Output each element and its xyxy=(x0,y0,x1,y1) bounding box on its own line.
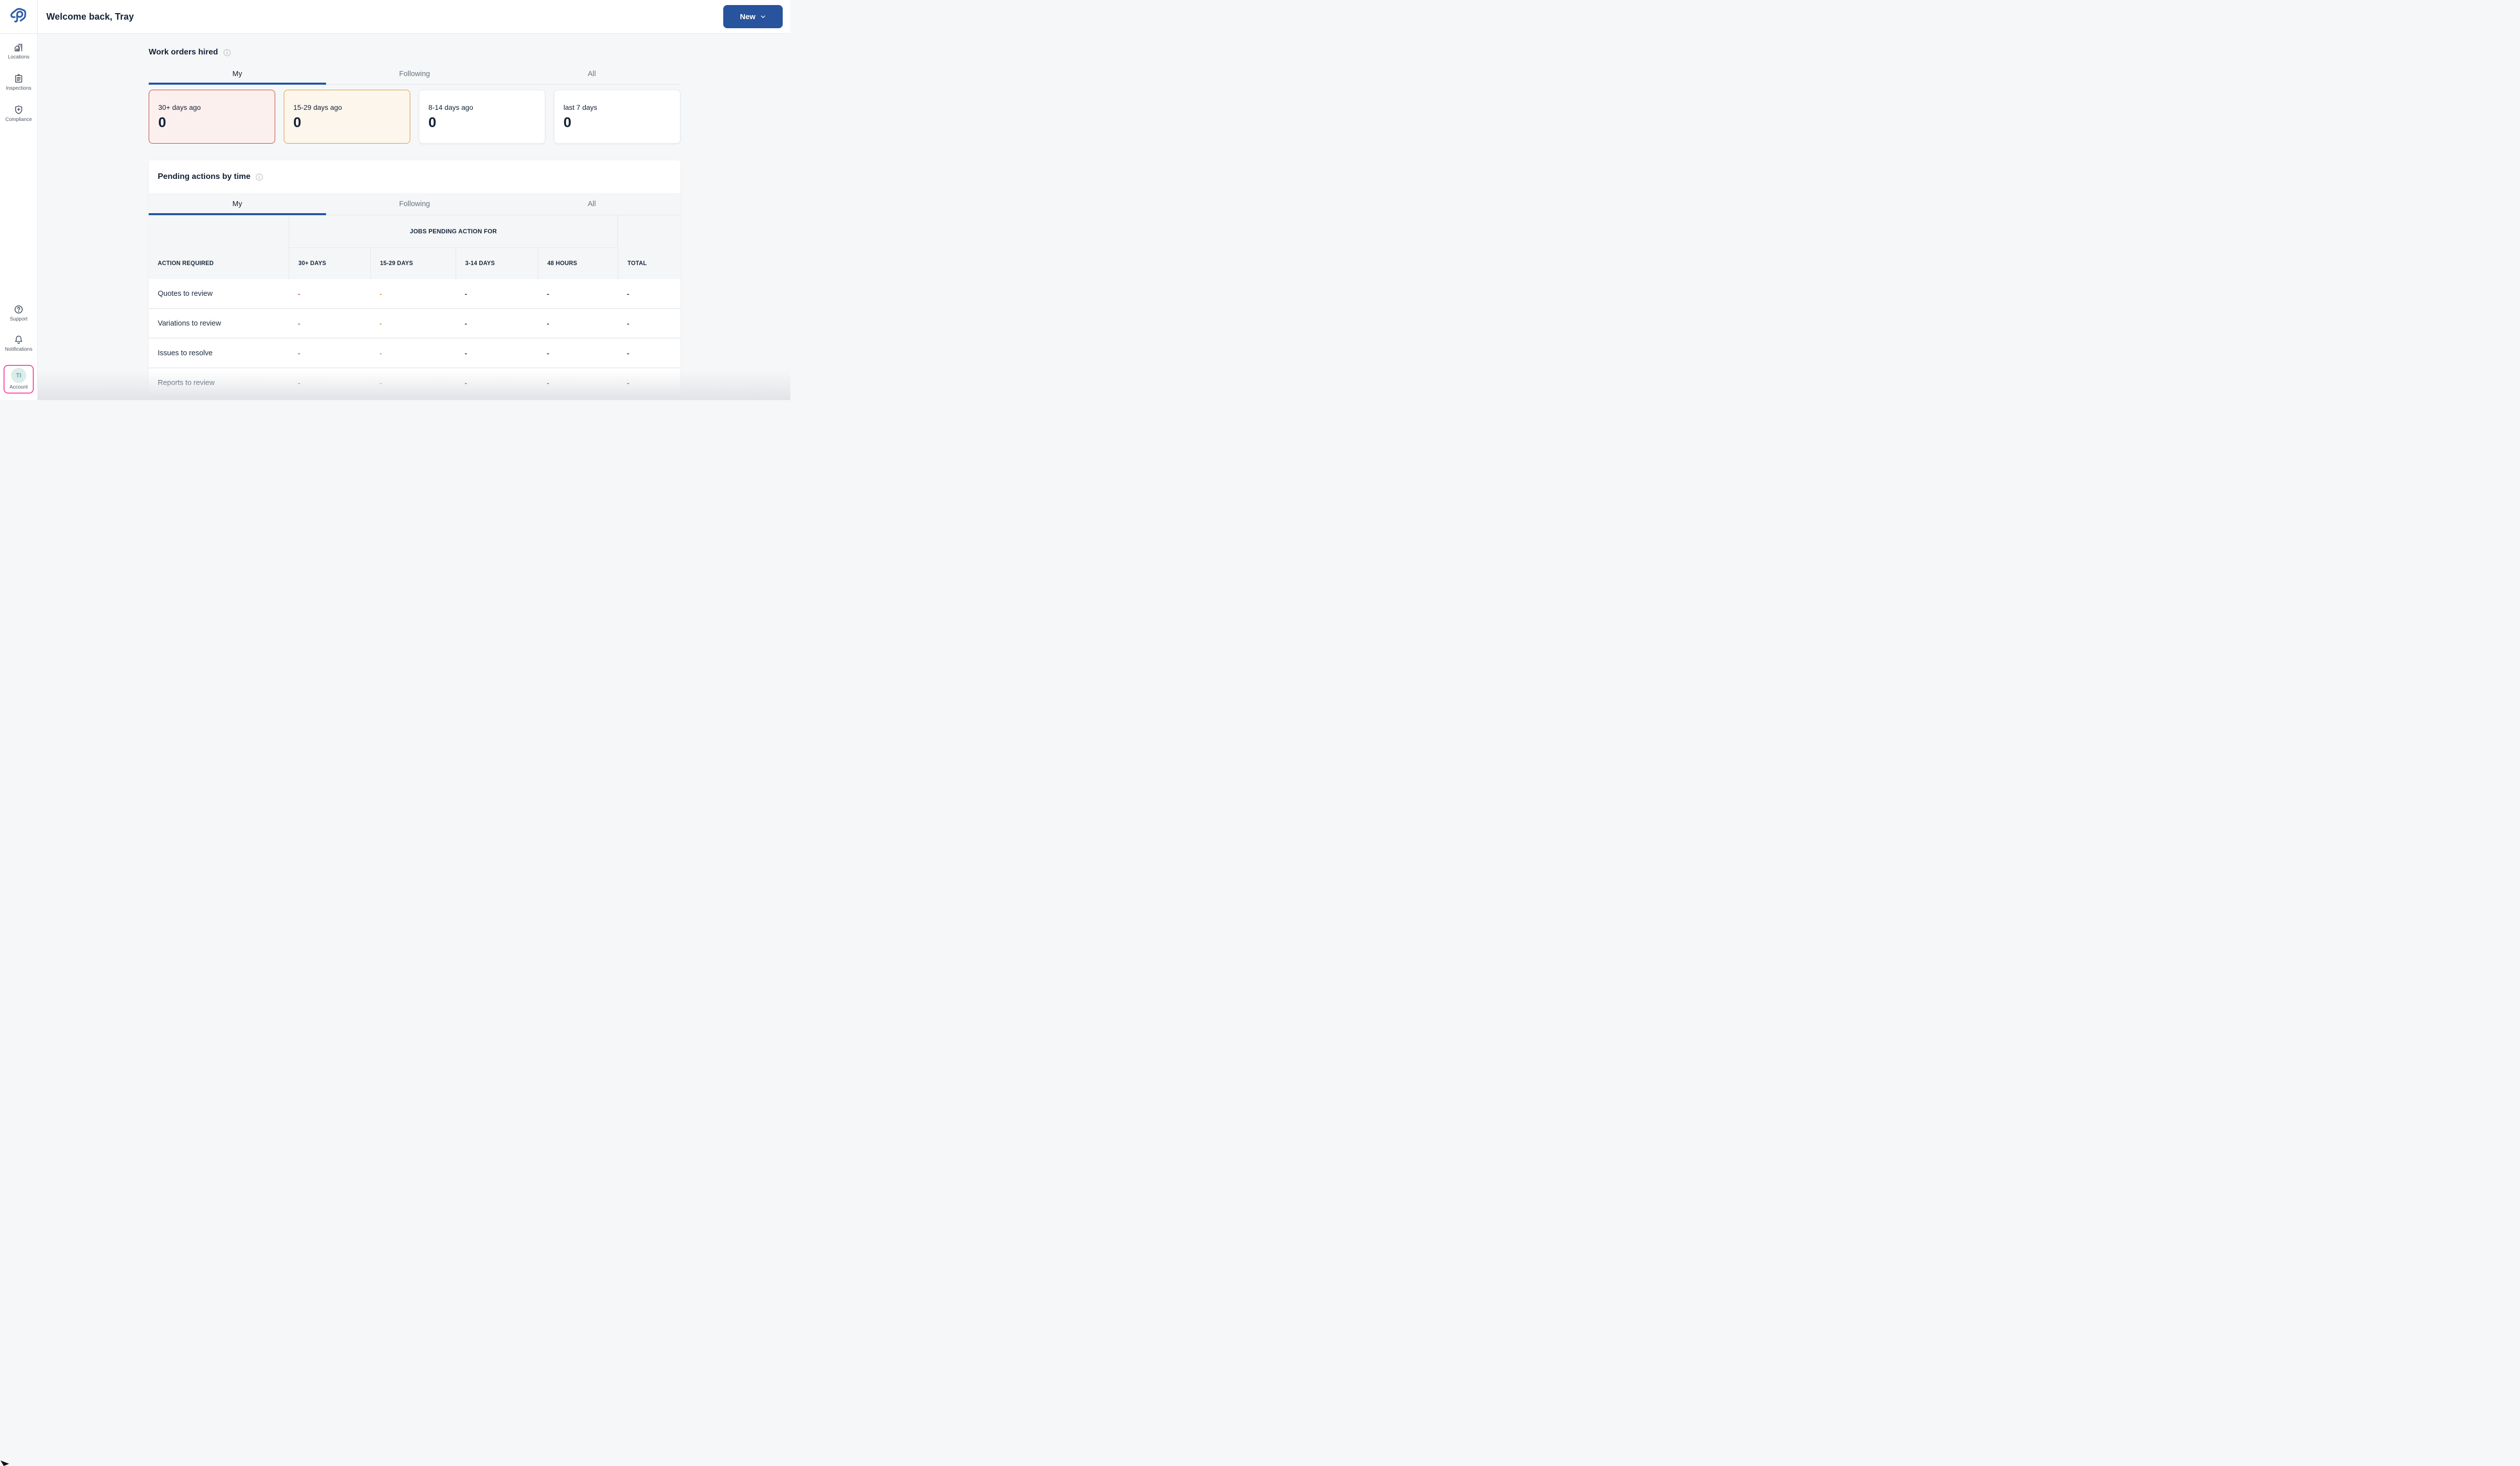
sidebar-nav: Locations Inspections Compliance xyxy=(0,34,37,122)
stat-card-label: 30+ days ago xyxy=(158,103,266,111)
row-value: - xyxy=(456,339,538,367)
work-orders-section: Work orders hired My Following All 30+ d… xyxy=(149,48,680,144)
pending-actions-tabs: My Following All xyxy=(149,193,680,215)
work-orders-title: Work orders hired xyxy=(149,48,218,57)
stat-card-15-29-days[interactable]: 15-29 days ago 0 xyxy=(284,90,410,144)
table-row: Issues to resolve - - - - - xyxy=(149,339,680,368)
sidebar-item-label: Support xyxy=(10,316,27,322)
work-orders-tabs: My Following All xyxy=(149,63,680,85)
clipboard-icon xyxy=(14,74,24,84)
top-header: Welcome back, Tray New xyxy=(38,0,790,34)
info-icon[interactable] xyxy=(223,48,231,57)
sidebar-bottom: Support Notifications TI Account xyxy=(0,304,37,400)
pending-actions-title: Pending actions by time xyxy=(158,172,250,181)
chevron-down-icon xyxy=(760,14,766,20)
sidebar-item-support[interactable]: Support xyxy=(0,304,37,322)
row-value: - xyxy=(289,279,370,308)
stat-card-value: 0 xyxy=(563,114,671,131)
table-header: JOBS PENDING ACTION FOR ACTION REQUIRED … xyxy=(149,215,680,279)
sidebar-item-notifications[interactable]: Notifications xyxy=(0,335,37,352)
column-header-3-14-days: 3-14 DAYS xyxy=(456,248,538,279)
row-value: - xyxy=(538,339,618,367)
stat-card-last-7-days[interactable]: last 7 days 0 xyxy=(554,90,680,144)
stat-card-30-plus-days[interactable]: 30+ days ago 0 xyxy=(149,90,275,144)
building-icon xyxy=(14,42,24,52)
stat-card-8-14-days[interactable]: 8-14 days ago 0 xyxy=(419,90,545,144)
row-value: - xyxy=(370,279,456,308)
row-value: - xyxy=(456,368,538,397)
stat-card-value: 0 xyxy=(293,114,401,131)
row-value: - xyxy=(289,339,370,367)
column-header-15-29-days: 15-29 DAYS xyxy=(370,248,456,279)
row-value: - xyxy=(538,309,618,338)
mouse-cursor xyxy=(1,1460,9,1466)
tab-following[interactable]: Following xyxy=(326,193,503,215)
sidebar-item-account[interactable]: TI Account xyxy=(4,365,34,394)
column-header-action-required: ACTION REQUIRED xyxy=(149,248,289,279)
row-value: - xyxy=(456,279,538,308)
column-header-30-days: 30+ DAYS xyxy=(289,248,370,279)
row-value: - xyxy=(456,309,538,338)
sidebar-item-label: Inspections xyxy=(6,86,32,91)
work-orders-cards: 30+ days ago 0 15-29 days ago 0 8-14 day… xyxy=(149,90,680,144)
column-header-48-hours: 48 HOURS xyxy=(538,248,618,279)
avatar: TI xyxy=(11,368,26,383)
row-value: - xyxy=(289,368,370,397)
app-root: Locations Inspections Compliance xyxy=(0,0,790,400)
column-header-total: TOTAL xyxy=(618,248,680,279)
sidebar: Locations Inspections Compliance xyxy=(0,0,38,400)
stat-card-label: 15-29 days ago xyxy=(293,103,401,111)
dashboard-content: Work orders hired My Following All 30+ d… xyxy=(38,34,790,400)
tab-my[interactable]: My xyxy=(149,63,326,84)
empty-header-cell xyxy=(618,215,680,248)
table-row: Reports to review - - - - - xyxy=(149,368,680,398)
empty-header-cell xyxy=(149,215,289,248)
account-label: Account xyxy=(10,385,28,390)
tab-all[interactable]: All xyxy=(503,193,680,215)
new-button[interactable]: New xyxy=(723,5,783,28)
tab-my[interactable]: My xyxy=(149,193,326,215)
sidebar-item-compliance[interactable]: Compliance xyxy=(0,105,37,122)
page-title: Welcome back, Tray xyxy=(46,12,134,22)
row-value: - xyxy=(538,368,618,397)
row-label: Variations to review xyxy=(149,309,289,338)
group-header: JOBS PENDING ACTION FOR xyxy=(289,215,618,248)
sidebar-item-inspections[interactable]: Inspections xyxy=(0,74,37,91)
stat-card-value: 0 xyxy=(428,114,536,131)
tab-all[interactable]: All xyxy=(503,63,680,84)
question-circle-icon xyxy=(14,304,24,314)
row-value: - xyxy=(618,368,680,397)
sidebar-item-locations[interactable]: Locations xyxy=(0,42,37,60)
stat-card-value: 0 xyxy=(158,114,266,131)
stat-card-label: last 7 days xyxy=(563,103,671,111)
row-label: Issues to resolve xyxy=(149,339,289,367)
table-body: Quotes to review - - - - - Variations to… xyxy=(149,279,680,398)
main-area: Welcome back, Tray New Work orders hired xyxy=(38,0,790,400)
property-inspect-logo-icon xyxy=(10,8,28,26)
table-row: Quotes to review - - - - - xyxy=(149,279,680,309)
table-row: Variations to review - - - - - xyxy=(149,309,680,339)
row-value: - xyxy=(538,279,618,308)
row-value: - xyxy=(370,309,456,338)
shield-plus-icon xyxy=(14,105,24,115)
row-value: - xyxy=(618,279,680,308)
sidebar-item-label: Compliance xyxy=(6,117,32,122)
pending-actions-panel: Pending actions by time My Following All xyxy=(149,160,680,398)
tab-following[interactable]: Following xyxy=(326,63,503,84)
row-label: Reports to review xyxy=(149,368,289,397)
row-value: - xyxy=(289,309,370,338)
bell-icon xyxy=(14,335,24,345)
app-logo[interactable] xyxy=(0,0,37,34)
stat-card-label: 8-14 days ago xyxy=(428,103,536,111)
new-button-label: New xyxy=(740,13,755,21)
info-icon[interactable] xyxy=(255,173,264,181)
row-value: - xyxy=(370,368,456,397)
sidebar-item-label: Locations xyxy=(8,54,30,60)
row-value: - xyxy=(618,339,680,367)
row-value: - xyxy=(618,309,680,338)
sidebar-item-label: Notifications xyxy=(5,347,32,352)
row-label: Quotes to review xyxy=(149,279,289,308)
row-value: - xyxy=(370,339,456,367)
